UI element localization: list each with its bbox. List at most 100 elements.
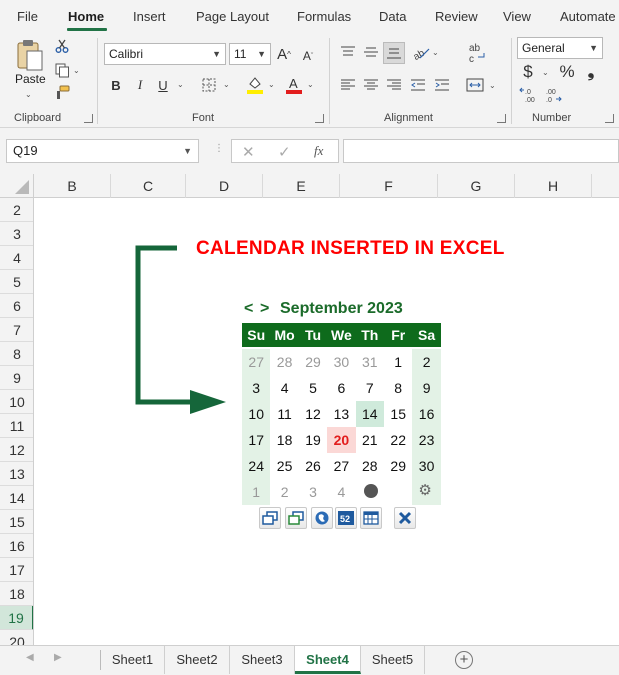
calendar-day[interactable]: 12 xyxy=(299,401,327,427)
tab-file[interactable]: File xyxy=(17,9,38,24)
calendar-day[interactable]: 28 xyxy=(356,453,384,479)
row-header-15[interactable]: 15 xyxy=(0,510,33,534)
calendar-day[interactable]: 15 xyxy=(384,401,412,427)
clipboard-dialog-launcher-icon[interactable] xyxy=(84,114,93,123)
formula-input[interactable] xyxy=(343,139,619,163)
calendar-month-label[interactable]: September 2023 xyxy=(280,300,403,318)
calendar-day[interactable]: 29 xyxy=(299,349,327,375)
cancel-entry-button[interactable]: ✕ xyxy=(242,143,255,161)
paste-button-label[interactable]: Paste xyxy=(15,72,46,86)
calendar-day[interactable]: 21 xyxy=(356,427,384,453)
confirm-entry-button[interactable]: ✓ xyxy=(278,143,291,161)
calendar-day[interactable]: 11 xyxy=(270,401,298,427)
font-size-dropdown[interactable]: 11 ▼ xyxy=(229,43,271,65)
alignment-dialog-launcher-icon[interactable] xyxy=(497,114,506,123)
orientation-icon[interactable]: ab xyxy=(412,44,430,60)
middle-align-icon[interactable] xyxy=(363,44,379,60)
calendar-day[interactable]: 30 xyxy=(327,349,355,375)
calendar-day[interactable]: 19 xyxy=(299,427,327,453)
calendar-next-button[interactable]: > xyxy=(260,300,280,318)
sheet-tab-sheet3[interactable]: Sheet3 xyxy=(230,646,295,674)
borders-chevron-down-icon[interactable]: ⌄ xyxy=(223,80,230,89)
bottom-align-icon[interactable] xyxy=(383,42,405,64)
paste-icon[interactable] xyxy=(14,38,46,72)
row-header-5[interactable]: 5 xyxy=(0,270,33,294)
fill-color-icon[interactable] xyxy=(246,75,264,95)
row-header-19[interactable]: 19 xyxy=(0,606,33,630)
row-header-9[interactable]: 9 xyxy=(0,366,33,390)
underline-chevron-down-icon[interactable]: ⌄ xyxy=(177,80,184,89)
name-box[interactable]: Q19 ▼ xyxy=(6,139,199,163)
calendar-settings-gear-icon[interactable]: ⚙ xyxy=(418,482,431,500)
fill-color-chevron-down-icon[interactable]: ⌄ xyxy=(268,80,275,89)
calendar-day[interactable]: 27 xyxy=(242,349,271,375)
increase-font-size-icon[interactable]: A ^ xyxy=(276,44,292,64)
tab-review[interactable]: Review xyxy=(435,9,478,24)
calendar-day[interactable]: 25 xyxy=(270,453,298,479)
tab-view[interactable]: View xyxy=(503,9,531,24)
calendar-day[interactable]: 31 xyxy=(356,349,384,375)
align-left-icon[interactable] xyxy=(340,77,356,93)
add-sheet-button[interactable]: + xyxy=(455,651,473,669)
top-align-icon[interactable] xyxy=(340,44,356,60)
tab-page-layout[interactable]: Page Layout xyxy=(196,9,269,24)
tab-automate[interactable]: Automate xyxy=(560,9,616,24)
currency-chevron-down-icon[interactable]: ⌄ xyxy=(542,68,549,77)
tab-insert[interactable]: Insert xyxy=(133,9,166,24)
row-header-6[interactable]: 6 xyxy=(0,294,33,318)
calendar-day[interactable]: 10 xyxy=(242,401,271,427)
calendar-day[interactable]: 2 xyxy=(270,479,298,505)
calendar-day[interactable]: 3 xyxy=(242,375,271,401)
row-header-13[interactable]: 13 xyxy=(0,462,33,486)
calendar-grid-button[interactable] xyxy=(360,507,382,529)
percent-button[interactable]: % xyxy=(558,62,576,82)
row-header-8[interactable]: 8 xyxy=(0,342,33,366)
row-header-3[interactable]: 3 xyxy=(0,222,33,246)
scroll-tabs-right-icon[interactable]: ▶ xyxy=(54,652,62,663)
calendar-day[interactable]: 14 xyxy=(355,401,384,427)
row-header-18[interactable]: 18 xyxy=(0,582,33,606)
calendar-day[interactable]: 20 xyxy=(327,427,356,453)
copy-icon[interactable] xyxy=(54,62,70,78)
column-header-g[interactable]: G xyxy=(438,174,515,198)
calendar-day[interactable]: 17 xyxy=(242,427,271,453)
wrap-text-icon[interactable]: ab c xyxy=(467,42,487,64)
decrease-font-size-icon[interactable]: Aˇ xyxy=(300,46,316,66)
number-dialog-launcher-icon[interactable] xyxy=(605,114,614,123)
calendar-day[interactable]: 8 xyxy=(384,375,412,401)
calendar-day[interactable]: 1 xyxy=(242,479,271,505)
decrease-indent-icon[interactable] xyxy=(410,77,426,93)
calendar-clock-icon[interactable] xyxy=(363,484,378,498)
align-right-icon[interactable] xyxy=(386,77,402,93)
column-header-e[interactable]: E xyxy=(263,174,340,198)
row-header-7[interactable]: 7 xyxy=(0,318,33,342)
font-name-dropdown[interactable]: Calibri ▼ xyxy=(104,43,226,65)
increase-indent-icon[interactable] xyxy=(434,77,450,93)
column-header-c[interactable]: C xyxy=(111,174,186,198)
calendar-day[interactable]: 1 xyxy=(384,349,412,375)
sheet-tab-sheet5[interactable]: Sheet5 xyxy=(361,646,425,674)
row-header-11[interactable]: 11 xyxy=(0,414,33,438)
calendar-day[interactable]: 6 xyxy=(327,375,355,401)
calendar-day[interactable]: 28 xyxy=(270,349,298,375)
tab-formulas[interactable]: Formulas xyxy=(297,9,351,24)
calendar-day[interactable]: 27 xyxy=(327,453,355,479)
copy-chevron-down-icon[interactable]: ⌄ xyxy=(73,66,80,75)
calendar-week-number-button[interactable]: 52 xyxy=(335,507,357,529)
calendar-day[interactable]: 7 xyxy=(356,375,384,401)
italic-button[interactable]: I xyxy=(132,76,148,94)
calendar-restore-button[interactable] xyxy=(259,507,281,529)
calendar-day[interactable]: 24 xyxy=(242,453,271,479)
merge-chevron-down-icon[interactable]: ⌄ xyxy=(489,81,496,90)
number-format-dropdown[interactable]: General ▼ xyxy=(517,37,603,59)
row-header-20[interactable]: 20 xyxy=(0,630,33,645)
align-center-icon[interactable] xyxy=(363,77,379,93)
insert-function-button[interactable]: fx xyxy=(314,143,323,159)
calendar-day[interactable]: 30 xyxy=(412,453,441,479)
column-header-d[interactable]: D xyxy=(186,174,263,198)
cut-icon[interactable] xyxy=(54,38,70,54)
paste-chevron-down-icon[interactable]: ⌄ xyxy=(25,90,32,99)
calendar-day[interactable]: 13 xyxy=(327,401,355,427)
scroll-tabs-left-icon[interactable]: ◀ xyxy=(26,652,34,663)
bold-button[interactable]: B xyxy=(108,76,124,94)
